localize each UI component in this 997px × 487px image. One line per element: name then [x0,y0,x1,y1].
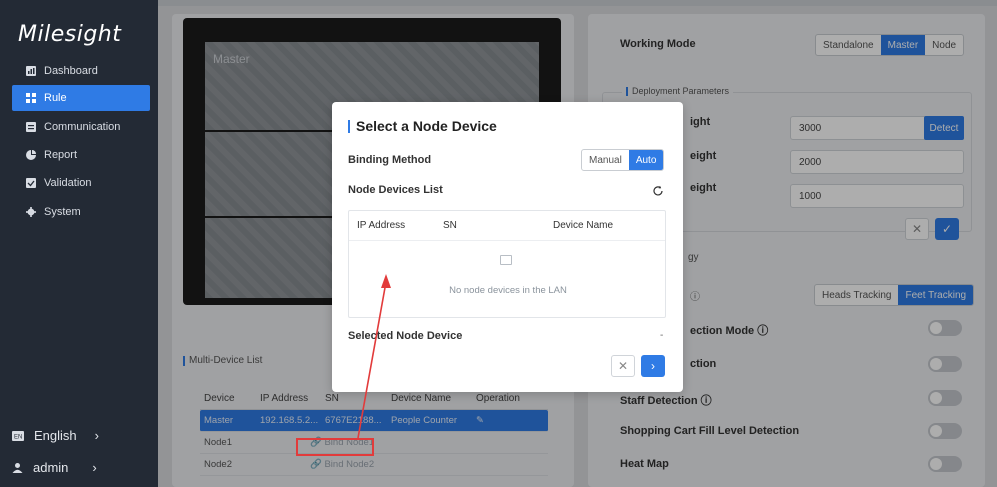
user-icon [12,463,23,473]
binding-method-selector: Manual Auto [581,149,665,171]
sidebar-item-dashboard[interactable]: Dashboard [12,58,150,84]
selected-node-label: Selected Node Device [348,330,463,342]
col-ip: IP Address [357,220,406,231]
chevron-right-icon: › [94,428,99,443]
sidebar-item-label: Report [44,149,78,161]
empty-inbox-icon [500,255,512,265]
modal-title-text: Select a Node Device [356,118,497,134]
validation-icon [26,178,36,188]
language-label: English [34,428,77,443]
user-label: admin [33,460,69,475]
selected-node-value: - [660,330,664,341]
modal-title: Select a Node Device [348,118,497,134]
rule-icon [26,93,36,103]
col-sn: SN [443,220,457,231]
col-device-name: Device Name [553,220,614,231]
node-devices-table: IP Address SN Device Name No node device… [348,210,666,318]
language-icon: EN [12,430,24,441]
sidebar-item-rule[interactable]: Rule [12,85,150,111]
accent-bar [348,119,350,133]
sidebar-item-label: Communication [44,121,121,133]
sidebar-item-communication[interactable]: Communication [12,114,150,140]
binding-auto[interactable]: Auto [628,150,664,170]
binding-manual[interactable]: Manual [582,150,629,170]
modal-cancel-button[interactable]: ✕ [611,355,635,377]
node-list-label: Node Devices List [348,184,443,196]
sidebar-item-label: Validation [44,177,92,189]
annotation-highlight [296,438,374,456]
sidebar-item-label: Rule [44,92,67,104]
empty-state-text: No node devices in the LAN [449,285,567,296]
sidebar-item-report[interactable]: Report [12,142,150,168]
dashboard-icon [26,66,36,76]
sidebar-item-label: Dashboard [44,65,98,77]
svg-text:EN: EN [14,434,22,440]
language-selector[interactable]: EN English › [12,428,99,443]
chevron-right-icon: › [92,460,97,475]
sidebar-item-validation[interactable]: Validation [12,170,150,196]
refresh-icon[interactable] [652,185,664,197]
communication-icon [26,122,36,132]
sidebar: Milesight Dashboard Rule Communication R… [0,0,158,487]
binding-method-label: Binding Method [348,154,432,166]
gear-icon [26,207,36,217]
sidebar-item-label: System [44,206,81,218]
select-node-modal: Select a Node Device Binding Method Manu… [332,102,683,392]
report-icon [26,150,36,160]
table-header: IP Address SN Device Name [349,211,665,241]
user-menu[interactable]: admin › [12,460,97,475]
modal-next-button[interactable]: › [641,355,665,377]
sidebar-item-system[interactable]: System [12,199,150,225]
brand-logo: Milesight [18,22,122,47]
